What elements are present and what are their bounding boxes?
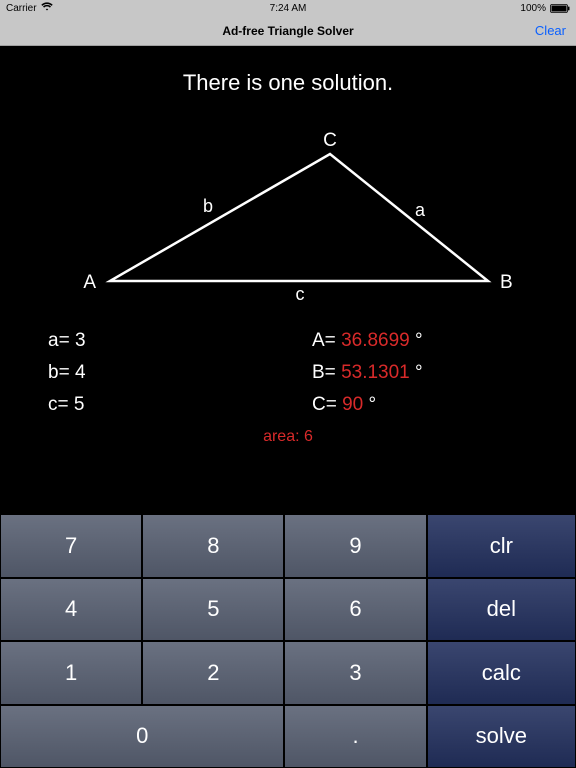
content-area: There is one solution. C A B b a c a= 3 …	[0, 46, 576, 514]
key-solve[interactable]: solve	[427, 705, 576, 768]
clear-button[interactable]: Clear	[535, 23, 566, 38]
key-dot[interactable]: .	[284, 705, 426, 768]
angle-A-readout[interactable]: A= 36.8699 °	[312, 330, 528, 352]
key-del[interactable]: del	[427, 578, 576, 642]
key-5[interactable]: 5	[142, 578, 284, 642]
key-2[interactable]: 2	[142, 641, 284, 705]
status-bar: Carrier 7:24 AM 100%	[0, 0, 576, 16]
key-6[interactable]: 6	[284, 578, 426, 642]
vertex-A-label: A	[83, 272, 96, 293]
vertex-B-label: B	[500, 272, 513, 293]
key-8[interactable]: 8	[142, 514, 284, 578]
solution-message: There is one solution.	[0, 70, 576, 96]
sides-column: a= 3 b= 4 c= 5	[48, 330, 264, 426]
side-a-readout[interactable]: a= 3	[48, 330, 264, 352]
key-9[interactable]: 9	[284, 514, 426, 578]
side-a-label: a	[415, 200, 426, 220]
battery-percent: 100%	[520, 3, 546, 14]
key-clr[interactable]: clr	[427, 514, 576, 578]
clock: 7:24 AM	[270, 3, 307, 14]
wifi-icon	[41, 2, 53, 14]
triangle-diagram: C A B b a c	[0, 106, 576, 326]
side-b-readout[interactable]: b= 4	[48, 362, 264, 384]
key-3[interactable]: 3	[284, 641, 426, 705]
carrier-label: Carrier	[6, 3, 37, 14]
area-readout: area: 6	[0, 428, 576, 446]
battery-icon	[550, 4, 570, 13]
side-b-label: b	[203, 196, 213, 216]
page-title: Ad-free Triangle Solver	[222, 24, 353, 38]
side-c-readout[interactable]: c= 5	[48, 394, 264, 416]
key-4[interactable]: 4	[0, 578, 142, 642]
side-c-label: c	[296, 284, 305, 304]
angles-column: A= 36.8699 ° B= 53.1301 ° C= 90 °	[264, 330, 528, 426]
vertex-C-label: C	[323, 130, 337, 151]
nav-bar: Ad-free Triangle Solver Clear	[0, 16, 576, 46]
key-7[interactable]: 7	[0, 514, 142, 578]
key-calc[interactable]: calc	[427, 641, 576, 705]
key-0[interactable]: 0	[0, 705, 284, 768]
angle-C-readout[interactable]: C= 90 °	[312, 394, 528, 416]
readouts: a= 3 b= 4 c= 5 A= 36.8699 ° B= 53.1301 °…	[0, 330, 576, 426]
keypad: 7 8 9 clr 4 5 6 del 1 2 3 calc 0 . solve	[0, 514, 576, 768]
key-1[interactable]: 1	[0, 641, 142, 705]
angle-B-readout[interactable]: B= 53.1301 °	[312, 362, 528, 384]
